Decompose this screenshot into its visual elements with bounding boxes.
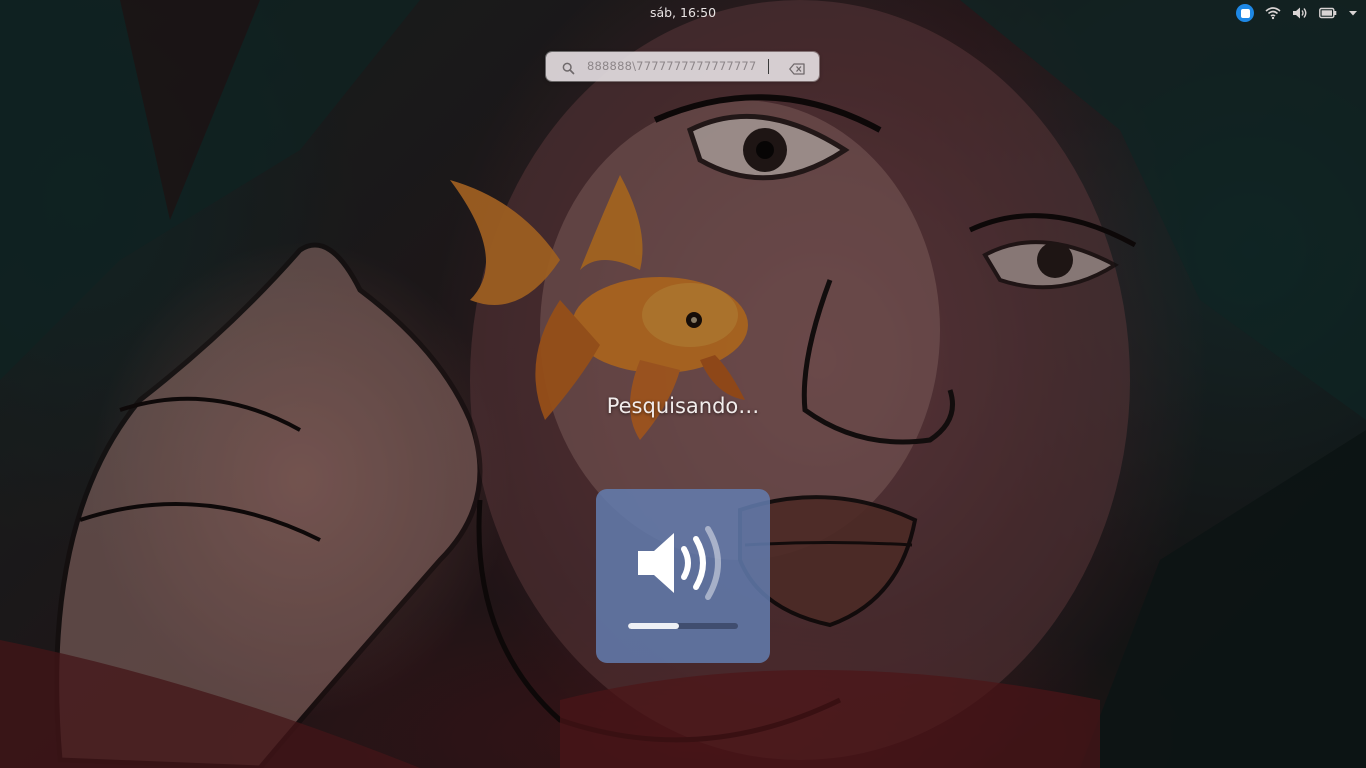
top-bar: sáb, 16:50	[0, 0, 1366, 26]
volume-osd	[596, 489, 770, 663]
speaker-icon[interactable]	[1292, 3, 1308, 23]
battery-icon[interactable]	[1319, 3, 1337, 23]
search-icon	[562, 60, 575, 79]
chevron-down-icon[interactable]	[1348, 3, 1358, 23]
volume-high-icon	[634, 523, 734, 607]
search-input[interactable]: 888888\7777777777777777	[587, 59, 771, 75]
search-status-text: Pesquisando…	[606, 394, 760, 418]
search-entry[interactable]: 888888\7777777777777777	[546, 52, 819, 81]
ubuntu-updates-icon[interactable]	[1236, 3, 1254, 23]
volume-level-fill	[628, 623, 679, 629]
volume-level-bar	[628, 623, 738, 629]
wifi-icon[interactable]	[1265, 3, 1281, 23]
text-caret	[768, 59, 769, 74]
clock[interactable]: sáb, 16:50	[0, 5, 1366, 20]
system-tray[interactable]	[1236, 3, 1358, 23]
backspace-clear-icon[interactable]	[789, 60, 805, 79]
